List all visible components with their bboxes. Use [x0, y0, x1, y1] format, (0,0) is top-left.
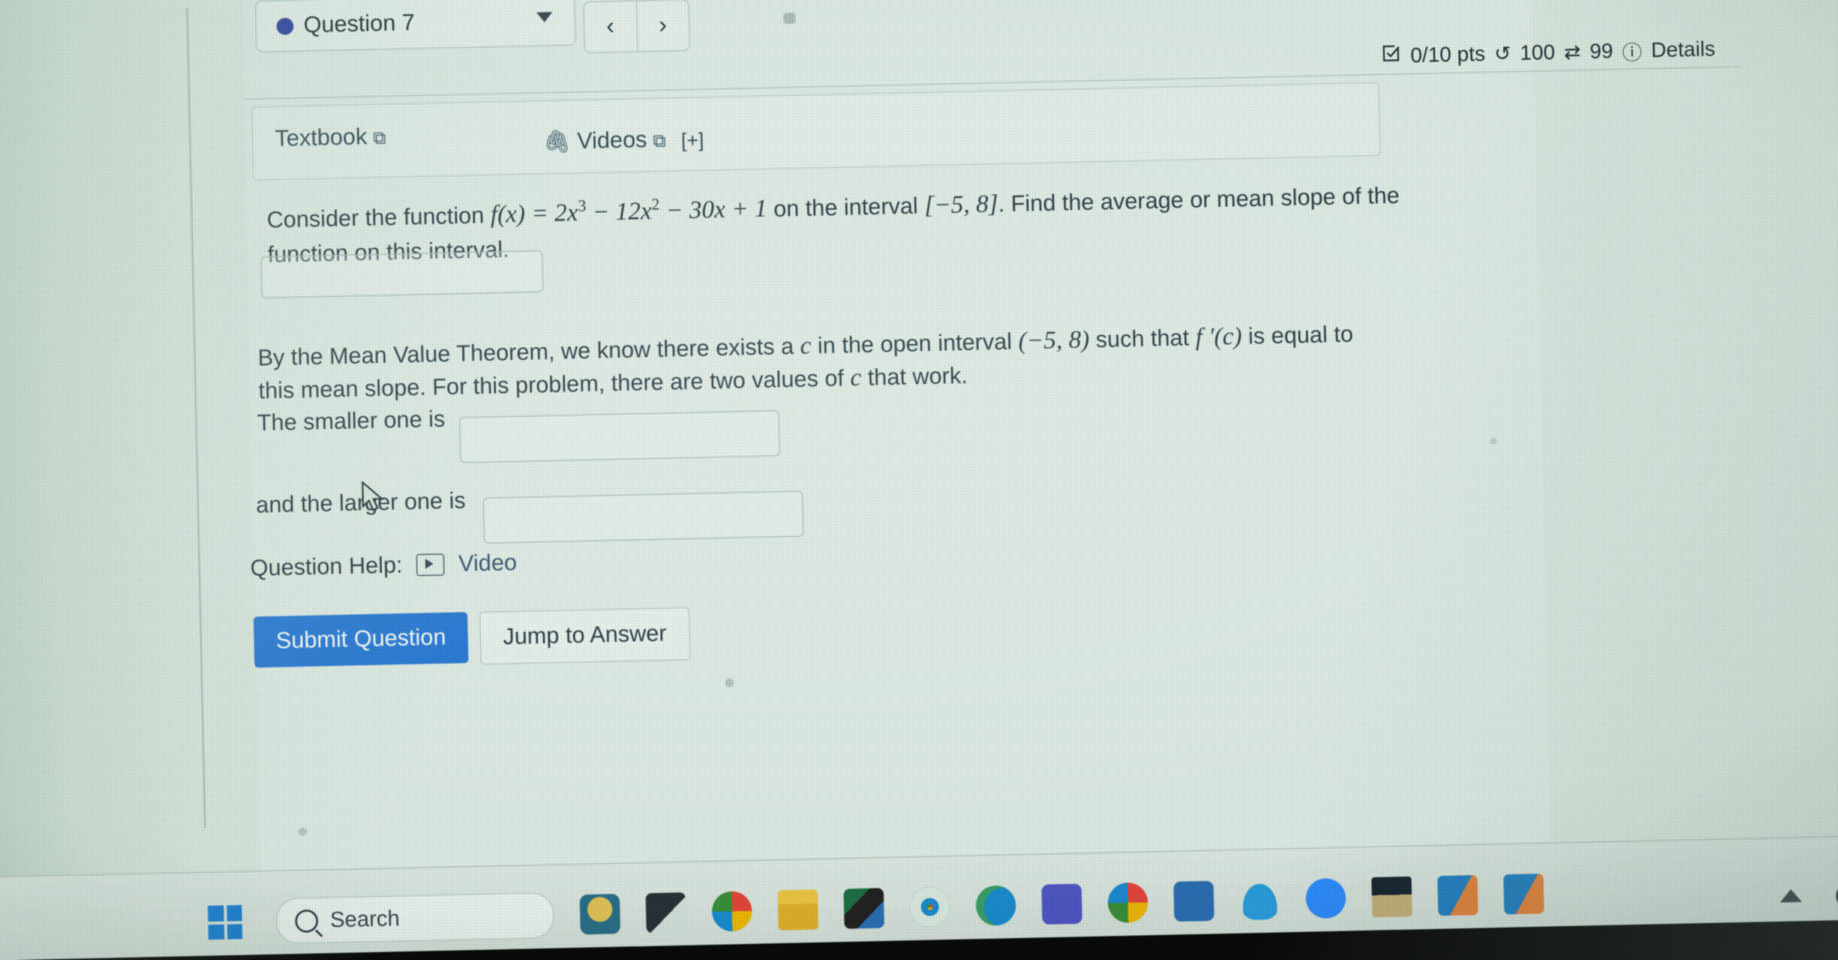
external-link-icon: ⧉	[372, 127, 387, 148]
videos-label: Videos	[576, 125, 648, 154]
shuffle-icon[interactable]: ⇄	[1564, 40, 1581, 65]
question-nav-group: ‹ ›	[583, 0, 691, 54]
problem-line1-post: on the interval	[766, 192, 925, 222]
photographed-screen: Score: 55/110 Answered: 6/11 Progress sa…	[0, 0, 1838, 960]
videos-link[interactable]: 🖇 Videos ⧉	[543, 126, 666, 156]
microsoft-store-icon[interactable]	[1173, 880, 1215, 922]
shuffle-count: 99	[1589, 39, 1614, 63]
larger-value-input[interactable]	[482, 490, 804, 544]
onedrive-icon[interactable]	[1239, 879, 1281, 921]
question-selector-label: Question 7	[303, 9, 416, 38]
expand-resources-button[interactable]: [+]	[681, 130, 704, 153]
office-app-icon[interactable]	[711, 890, 753, 932]
jump-to-answer-button[interactable]: Jump to Answer	[479, 607, 691, 665]
teams-icon[interactable]	[1041, 883, 1083, 925]
chevron-down-icon	[536, 12, 553, 23]
retry-count: 100	[1519, 40, 1556, 65]
closed-interval: [−5, 8]	[924, 190, 999, 220]
checkbox-icon	[1381, 43, 1402, 69]
zoom-icon[interactable]	[1305, 877, 1347, 919]
mean-slope-input[interactable]	[260, 250, 544, 299]
file-explorer-icon[interactable]	[777, 889, 819, 931]
textbook-link[interactable]: Textbook ⧉	[275, 123, 386, 152]
question-help-label: Question Help:	[250, 551, 403, 581]
details-link[interactable]: Details	[1651, 37, 1716, 62]
question-status-row: 0/10 pts ↺ 100 ⇄ 99 ⓘ Details	[1381, 35, 1716, 71]
smaller-value-input[interactable]	[459, 410, 781, 464]
photos-icon[interactable]	[1107, 882, 1149, 924]
browser-page: Score: 55/110 Answered: 6/11 Progress sa…	[0, 0, 1838, 878]
outlook-2-icon[interactable]	[1503, 873, 1545, 915]
next-question-button[interactable]: ›	[637, 0, 690, 51]
chevron-up-icon[interactable]	[1779, 888, 1803, 902]
mvt-text-2: in the open interval	[810, 327, 1019, 359]
windows-start-icon[interactable]	[207, 905, 243, 940]
taskbar-system-tray	[1779, 879, 1838, 909]
outlook-icon[interactable]	[1437, 875, 1479, 916]
screen-content: Score: 55/110 Answered: 6/11 Progress sa…	[0, 0, 1838, 960]
mvt-text-5: that work.	[861, 362, 968, 391]
function-formula: f(x) = 2x3 − 12x2 − 30x + 1	[490, 195, 768, 229]
search-placeholder: Search	[329, 905, 401, 933]
textbook-label: Textbook	[274, 123, 368, 152]
chrome-icon[interactable]	[909, 886, 951, 928]
mouse-cursor	[361, 480, 388, 521]
f-prime-c: f ′(c)	[1195, 323, 1243, 352]
smaller-value-label: The smaller one is	[256, 405, 446, 436]
question-status-dot	[276, 17, 294, 36]
play-icon	[416, 553, 445, 576]
variable-c-2: c	[849, 364, 862, 392]
prev-question-button[interactable]: ‹	[584, 1, 638, 53]
info-icon[interactable]: ⓘ	[1622, 36, 1643, 65]
decorative-dot	[783, 12, 796, 24]
page-left-gutter	[0, 0, 210, 878]
search-icon	[294, 908, 319, 933]
lenovo-app-icon[interactable]	[645, 892, 687, 934]
edge-icon[interactable]	[975, 885, 1017, 926]
question-selector-dropdown[interactable]: Question 7	[254, 0, 577, 53]
retry-icon[interactable]: ↺	[1494, 41, 1511, 66]
help-video-link[interactable]: Video	[458, 549, 517, 577]
mvt-text-3: such that	[1089, 324, 1196, 353]
points-text: 0/10 pts	[1410, 42, 1486, 67]
search-input[interactable]: Search	[275, 892, 555, 945]
paperclip-icon: 🖇	[542, 128, 572, 155]
submit-question-button[interactable]: Submit Question	[253, 612, 469, 668]
pharaoh-app-icon[interactable]	[579, 893, 621, 935]
office-suite-icon[interactable]	[843, 888, 885, 929]
variable-c: c	[799, 332, 812, 360]
open-interval: (−5, 8)	[1018, 326, 1090, 355]
problem-line1-pre: Consider the function	[266, 201, 491, 233]
external-link-icon: ⧉	[652, 130, 667, 151]
media-player-icon[interactable]	[1371, 876, 1413, 918]
